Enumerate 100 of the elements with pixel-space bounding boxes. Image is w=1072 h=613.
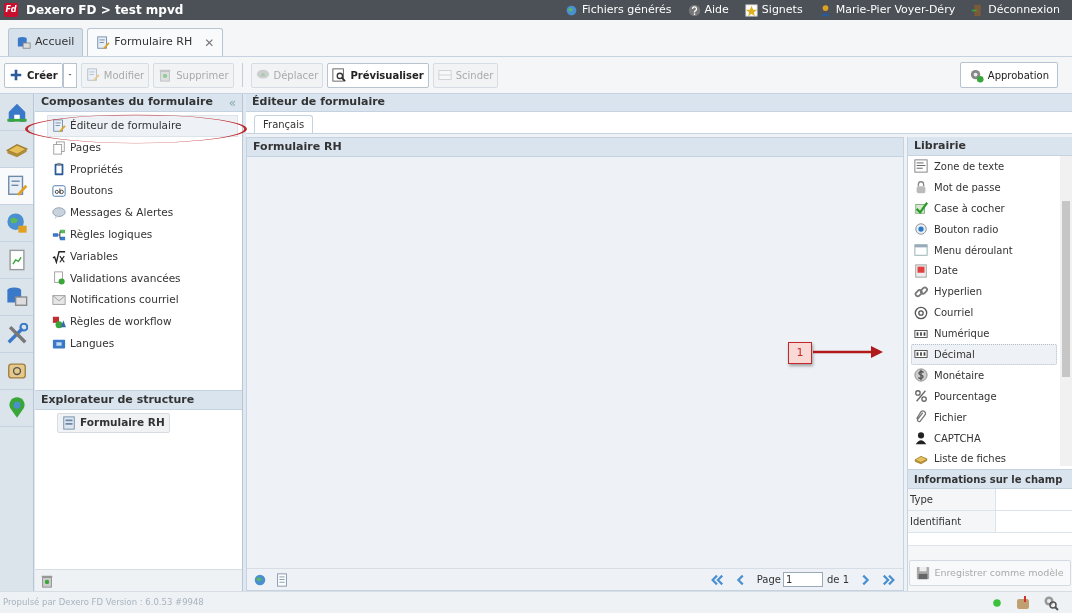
library-item[interactable]: Menu déroulant: [911, 239, 1057, 261]
panel-title: Explorateur de structure: [41, 391, 195, 408]
library-item[interactable]: Décimal: [911, 344, 1057, 365]
library-item[interactable]: Fichier: [911, 406, 1057, 428]
page-input[interactable]: 1: [782, 572, 823, 587]
square-root-icon: [52, 249, 66, 264]
panel-item[interactable]: Validations avancées: [47, 267, 238, 290]
panel-title: Éditeur de formulaire: [252, 94, 386, 111]
page-count: de 1: [826, 573, 849, 587]
header-link[interactable]: Signets: [744, 1, 803, 19]
user-icon: [818, 3, 832, 17]
library-item[interactable]: Case à cocher: [911, 197, 1057, 219]
header-link[interactable]: Déconnexion: [971, 1, 1060, 19]
panel-item[interactable]: Éditeur de formulaire: [47, 115, 238, 137]
help-icon: [687, 3, 701, 17]
flowchart-icon: [52, 227, 66, 242]
app-logo: Fd: [4, 3, 18, 17]
app-title: Dexero FD > test mpvd: [26, 2, 184, 19]
approval-button[interactable]: Approbation: [959, 62, 1058, 88]
header-link[interactable]: Aide: [687, 1, 729, 19]
library-item[interactable]: Mot de passe: [911, 176, 1057, 198]
form-edit-icon: [85, 68, 100, 82]
globe-lock-icon: [5, 212, 28, 234]
scrollbar-thumb[interactable]: [1062, 201, 1070, 377]
panel-title: Librairie: [914, 137, 966, 154]
clipboard-icon: [52, 162, 66, 177]
side-nav-button[interactable]: [0, 168, 33, 205]
toolbar-button[interactable]: Créer: [4, 62, 63, 88]
library-item[interactable]: Date: [911, 260, 1057, 282]
trash-icon: [40, 573, 54, 588]
form-edit-icon: [52, 118, 66, 133]
panel-item[interactable]: Boutons: [47, 180, 238, 203]
panel-item[interactable]: Messages & Alertes: [47, 202, 238, 224]
form-node-icon: [62, 416, 76, 430]
library-item[interactable]: Liste de fiches: [911, 448, 1057, 466]
form-edit-icon: [96, 35, 111, 50]
star-icon: [744, 3, 758, 17]
panel-title: Informations sur le champ: [914, 472, 1063, 487]
panel-item[interactable]: Règles logiques: [47, 224, 238, 246]
panel-item[interactable]: Langues: [47, 332, 238, 355]
form-edit-icon: [5, 175, 28, 197]
checkmark-icon: [914, 201, 928, 216]
panel-title: Composantes du formulaire: [41, 94, 214, 111]
search-settings-button[interactable]: [1043, 594, 1059, 611]
dropdown-list-icon: [914, 243, 928, 257]
panel-title: Formulaire RH: [253, 138, 342, 155]
header-link[interactable]: Marie-Pier Voyer-Déry: [818, 1, 956, 19]
page-label: Page: [756, 573, 781, 587]
library-item[interactable]: Hyperlien: [911, 281, 1057, 303]
header-link[interactable]: Fichiers générés: [565, 1, 672, 19]
double-chevron-icon: [881, 572, 897, 587]
language-tab[interactable]: Français: [254, 115, 314, 133]
panel-item[interactable]: Variables: [47, 245, 238, 268]
scrollbar[interactable]: [1060, 156, 1072, 466]
library-item[interactable]: Courriel: [911, 302, 1057, 324]
toolbar-button[interactable]: Prévisualiser: [327, 62, 429, 88]
pages-icon: [52, 140, 66, 155]
delete-button[interactable]: [40, 573, 54, 588]
library-item[interactable]: Zone de texte: [911, 156, 1057, 177]
document-button[interactable]: [275, 572, 289, 587]
at-sign-icon: [914, 305, 928, 320]
panel-item[interactable]: Pages: [47, 136, 238, 159]
plus-icon: [9, 68, 23, 82]
property-value-cell[interactable]: [996, 511, 1072, 532]
chain-link-icon: [914, 284, 928, 299]
library-item[interactable]: Monétaire: [911, 364, 1057, 386]
radio-button-icon: [914, 222, 928, 237]
dollar-coin-icon: [914, 368, 928, 383]
library-item[interactable]: Pourcentage: [911, 385, 1057, 407]
mailbox-button[interactable]: [1015, 594, 1031, 611]
text-area-icon: [914, 159, 928, 174]
padlock-icon: [914, 180, 928, 195]
calendar-icon: [914, 263, 928, 278]
ab-button-icon: [52, 184, 66, 199]
scroll-icon: [5, 360, 28, 382]
tools-icon: [5, 323, 28, 345]
callout-arrow: [813, 346, 883, 358]
tree-node[interactable]: Formulaire RH: [57, 413, 170, 433]
preview-icon: [332, 68, 347, 82]
status-dot-icon: [991, 596, 1003, 609]
document-icon: [275, 572, 289, 587]
mailbox-icon: [1015, 594, 1031, 611]
panel-item[interactable]: Propriétés: [47, 158, 238, 181]
person-icon: [914, 431, 928, 445]
library-item[interactable]: Bouton radio: [911, 218, 1057, 240]
house-icon: [5, 101, 28, 123]
last-page-button[interactable]: [881, 572, 897, 587]
paperclip-icon: [914, 410, 928, 425]
close-icon[interactable]: ✕: [204, 33, 215, 52]
property-value-cell[interactable]: [996, 489, 1072, 510]
panel-item[interactable]: Règles de workflow: [47, 311, 238, 333]
tab[interactable]: Accueil: [8, 28, 84, 56]
panel-item[interactable]: Notifications courriel: [47, 289, 238, 312]
speech-bubble-icon: [52, 206, 66, 221]
document-check-icon: [52, 271, 66, 286]
tab[interactable]: Formulaire RH ✕: [87, 28, 224, 56]
callout-number: 1: [788, 342, 812, 364]
library-item[interactable]: CAPTCHA: [911, 427, 1057, 449]
split-icon: [437, 68, 452, 82]
library-item[interactable]: Numérique: [911, 323, 1057, 344]
